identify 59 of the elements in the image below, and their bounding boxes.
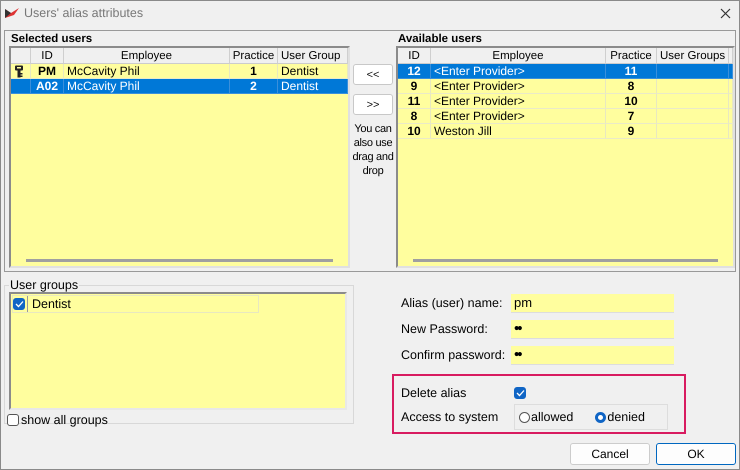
table-cell: 9 (398, 79, 431, 94)
radio-button[interactable] (519, 412, 530, 422)
radio-label[interactable]: denied (607, 410, 645, 424)
field-label: Confirm password: (400, 348, 506, 362)
column-header[interactable]: ID (31, 48, 64, 64)
panel-label: Available users (397, 32, 483, 46)
table-row[interactable]: 8 <Enter Provider> 7 (398, 109, 733, 124)
column-header[interactable]: Practice (230, 48, 278, 64)
table-cell: <Enter Provider> (431, 94, 606, 109)
hint-text: You can also use drag and drop (351, 122, 395, 178)
group-label: User groups (9, 278, 80, 292)
move-button[interactable]: >> (353, 94, 393, 115)
table-row[interactable]: A02 McCavity Phil 2 Dentist (11, 79, 348, 94)
table-cell: 8 (398, 109, 431, 124)
table-cell: <Enter Provider> (431, 79, 606, 94)
table-cell: <Enter Provider> (431, 64, 606, 79)
radio-button[interactable] (595, 412, 606, 422)
window-title: Users' alias attributes (24, 6, 144, 20)
panel-label: Selected users (10, 32, 94, 46)
checkbox[interactable] (514, 387, 526, 399)
checkbox[interactable] (13, 298, 25, 310)
table-cell: <Enter Provider> (431, 109, 606, 124)
input-field[interactable]: •• (511, 346, 674, 364)
field-label: Alias (user) name: (400, 296, 504, 310)
scrollbar-thumb[interactable] (413, 259, 718, 262)
radio-label[interactable]: allowed (531, 410, 574, 424)
table-cell: 12 (398, 64, 431, 79)
table-row[interactable]: 10 Weston Jill 9 (398, 124, 733, 139)
scrollbar-thumb[interactable] (26, 259, 333, 262)
close-icon[interactable] (720, 8, 731, 18)
app-icon (4, 7, 20, 19)
table-cell: 2 (230, 79, 278, 94)
table-cell: Weston Jill (431, 124, 606, 139)
table-row[interactable]: 9 <Enter Provider> 8 (398, 79, 733, 94)
column-header[interactable]: User Group (278, 48, 348, 64)
table-cell: 11 (398, 94, 431, 109)
table-cell: A02 (31, 79, 64, 94)
table-cell: 8 (606, 79, 657, 94)
table-cell: 10 (398, 124, 431, 139)
group-item[interactable]: Dentist (27, 296, 71, 312)
move-button[interactable]: << (353, 64, 393, 85)
table-cell: McCavity Phil (64, 79, 230, 94)
field-label: New Password: (400, 322, 489, 336)
table-cell: 9 (606, 124, 657, 139)
field-label: Access to system (401, 410, 500, 424)
checkbox-label[interactable]: show all groups (21, 413, 108, 427)
cancel-button[interactable]: Cancel (570, 443, 650, 465)
column-header[interactable]: Employee (64, 48, 230, 64)
table-cell: 10 (606, 94, 657, 109)
input-field[interactable]: •• (511, 320, 674, 338)
table-cell: 11 (606, 64, 657, 79)
input-field[interactable]: pm (511, 294, 674, 312)
field-label: Delete alias (401, 386, 468, 400)
table-cell: Dentist (278, 79, 348, 94)
ok-button[interactable]: OK (656, 443, 736, 465)
table-row[interactable]: 11 <Enter Provider> 10 (398, 94, 733, 109)
table-cell: 7 (606, 109, 657, 124)
table-row[interactable]: 12 <Enter Provider> 11 (398, 64, 733, 79)
checkbox[interactable] (7, 414, 19, 426)
